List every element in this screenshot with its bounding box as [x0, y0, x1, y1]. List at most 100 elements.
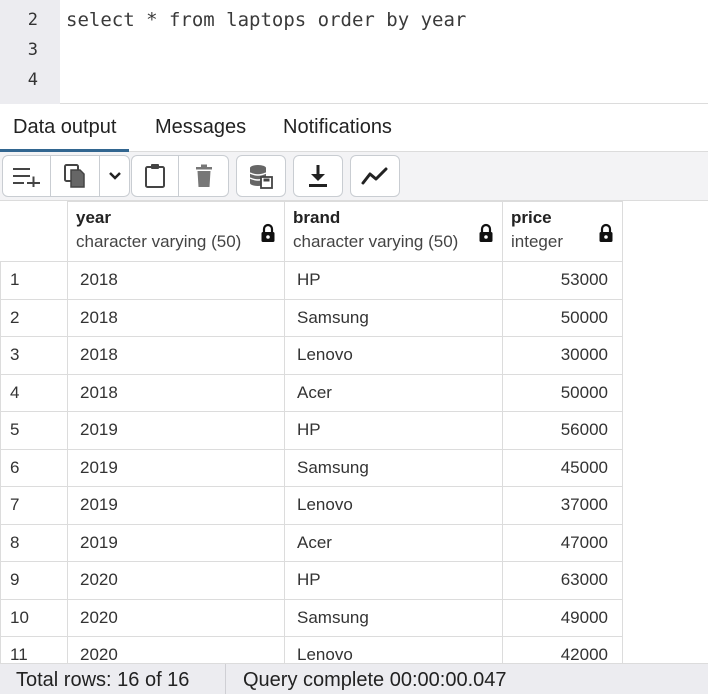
cell-year[interactable]: 2019	[67, 523, 285, 562]
copy-icon	[64, 164, 85, 188]
row-number[interactable]: 3	[0, 336, 68, 375]
cell-brand[interactable]: HP	[284, 261, 503, 300]
line-number: 2	[27, 10, 38, 30]
cell-year[interactable]: 2018	[67, 261, 285, 300]
results-toolbar	[0, 152, 708, 201]
cell-year[interactable]: 2019	[67, 411, 285, 450]
cell-year[interactable]: 2018	[67, 336, 285, 375]
paste-button[interactable]	[131, 155, 179, 197]
download-button[interactable]	[293, 155, 343, 197]
cell-price[interactable]: 53000	[502, 261, 623, 300]
download-icon	[309, 165, 327, 187]
header-row: year character varying (50) brand charac…	[0, 201, 623, 262]
cell-year[interactable]: 2020	[67, 561, 285, 600]
sql-code[interactable]: select * from laptops order by year	[66, 5, 466, 35]
table-row[interactable]: 9 2020 HP 63000	[0, 561, 623, 600]
cell-brand[interactable]: HP	[284, 561, 503, 600]
query-editor[interactable]: 2 select * from laptops order by year 3 …	[0, 0, 708, 104]
column-header-year[interactable]: year character varying (50)	[67, 201, 285, 262]
lock-icon	[599, 223, 613, 242]
cell-brand[interactable]: Samsung	[284, 598, 503, 637]
lock-icon	[261, 223, 275, 242]
cell-price[interactable]: 47000	[502, 523, 623, 562]
editor-line[interactable]: 2 select * from laptops order by year	[0, 5, 708, 35]
save-data-icon	[249, 165, 273, 189]
cell-brand[interactable]: Lenovo	[284, 636, 503, 663]
cell-brand[interactable]: Samsung	[284, 298, 503, 337]
cell-price[interactable]: 37000	[502, 486, 623, 525]
cell-price[interactable]: 50000	[502, 373, 623, 412]
add-row-icon	[12, 168, 40, 187]
results-grid: year character varying (50) brand charac…	[0, 201, 708, 663]
cell-year[interactable]: 2020	[67, 598, 285, 637]
status-divider	[225, 664, 226, 694]
cell-price[interactable]: 45000	[502, 448, 623, 487]
output-tabs: Data output Messages Notifications	[0, 104, 708, 152]
total-rows-status: Total rows: 16 of 16	[16, 669, 190, 691]
status-bar: Total rows: 16 of 16 Query complete 00:0…	[0, 663, 708, 694]
copy-button[interactable]	[50, 155, 100, 197]
copy-options-dropdown[interactable]	[99, 155, 130, 197]
table-row[interactable]: 1 2018 HP 53000	[0, 261, 623, 300]
column-type: character varying (50)	[293, 232, 459, 251]
column-name: brand	[293, 208, 341, 227]
table-row[interactable]: 7 2019 Lenovo 37000	[0, 486, 623, 525]
cell-year[interactable]: 2018	[67, 373, 285, 412]
table-row[interactable]: 11 2020 Lenovo 42000	[0, 636, 623, 663]
delete-button[interactable]	[178, 155, 229, 197]
column-header-brand[interactable]: brand character varying (50)	[284, 201, 503, 262]
query-status: Query complete 00:00:00.047	[243, 669, 507, 691]
add-row-button[interactable]	[2, 155, 51, 197]
row-number[interactable]: 7	[0, 486, 68, 525]
cell-year[interactable]: 2019	[67, 486, 285, 525]
cell-brand[interactable]: HP	[284, 411, 503, 450]
results-table: year character varying (50) brand charac…	[0, 201, 623, 663]
tab-messages[interactable]: Messages	[142, 104, 259, 152]
row-number[interactable]: 6	[0, 448, 68, 487]
column-type: character varying (50)	[76, 232, 242, 251]
cell-price[interactable]: 49000	[502, 598, 623, 637]
tab-notifications[interactable]: Notifications	[270, 104, 405, 152]
chevron-down-icon	[108, 172, 121, 180]
cell-year[interactable]: 2019	[67, 448, 285, 487]
row-number[interactable]: 10	[0, 598, 68, 637]
cell-price[interactable]: 30000	[502, 336, 623, 375]
table-row[interactable]: 8 2019 Acer 47000	[0, 523, 623, 562]
row-number[interactable]: 5	[0, 411, 68, 450]
delete-icon	[195, 164, 212, 187]
cell-year[interactable]: 2018	[67, 298, 285, 337]
cell-brand[interactable]: Acer	[284, 523, 503, 562]
cell-price[interactable]: 50000	[502, 298, 623, 337]
cell-brand[interactable]: Acer	[284, 373, 503, 412]
table-row[interactable]: 10 2020 Samsung 49000	[0, 598, 623, 637]
row-number[interactable]: 8	[0, 523, 68, 562]
cell-price[interactable]: 63000	[502, 561, 623, 600]
cell-price[interactable]: 42000	[502, 636, 623, 663]
table-row[interactable]: 5 2019 HP 56000	[0, 411, 623, 450]
column-header-price[interactable]: price integer	[502, 201, 623, 262]
graph-visualiser-button[interactable]	[350, 155, 400, 197]
row-number[interactable]: 1	[0, 261, 68, 300]
row-number-header	[0, 201, 68, 262]
cell-year[interactable]: 2020	[67, 636, 285, 663]
editor-line[interactable]: 4	[0, 65, 708, 95]
editor-line[interactable]: 3	[0, 35, 708, 65]
tab-data-output[interactable]: Data output	[0, 104, 130, 152]
cell-price[interactable]: 56000	[502, 411, 623, 450]
lock-icon	[479, 223, 493, 242]
column-name: year	[76, 208, 111, 227]
row-number[interactable]: 11	[0, 636, 68, 663]
cell-brand[interactable]: Lenovo	[284, 486, 503, 525]
paste-icon	[145, 164, 165, 188]
table-row[interactable]: 4 2018 Acer 50000	[0, 373, 623, 412]
row-number[interactable]: 2	[0, 298, 68, 337]
cell-brand[interactable]: Samsung	[284, 448, 503, 487]
table-row[interactable]: 6 2019 Samsung 45000	[0, 448, 623, 487]
save-data-button[interactable]	[236, 155, 286, 197]
row-number[interactable]: 4	[0, 373, 68, 412]
table-row[interactable]: 2 2018 Samsung 50000	[0, 298, 623, 337]
cell-brand[interactable]: Lenovo	[284, 336, 503, 375]
row-number[interactable]: 9	[0, 561, 68, 600]
graph-icon	[361, 167, 388, 185]
table-row[interactable]: 3 2018 Lenovo 30000	[0, 336, 623, 375]
